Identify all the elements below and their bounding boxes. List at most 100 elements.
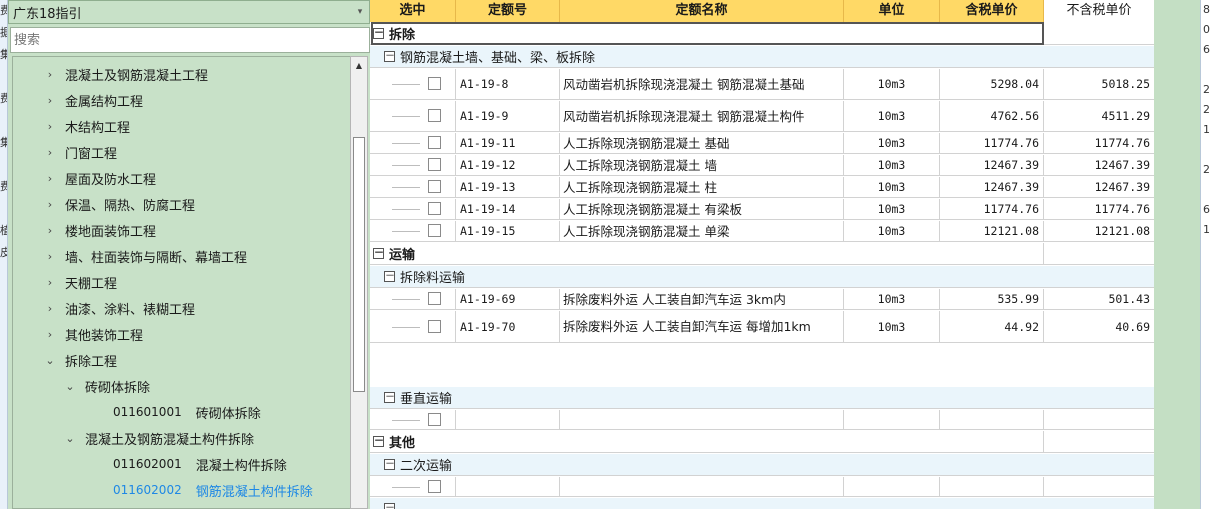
table-row[interactable]: A1-19-14 人工拆除现浇钢筋混凝土 有梁板 10m3 11774.76 1… — [370, 199, 1154, 220]
tree-item-expanded[interactable]: ⌄ 拆除工程 — [43, 347, 117, 373]
empty-cell — [1044, 431, 1154, 452]
tree-item-expanded[interactable]: ⌄ 混凝土及钢筋混凝土构件拆除 — [63, 425, 254, 451]
scroll-up-arrow-icon[interactable]: ▲ — [352, 58, 366, 74]
tree-line — [392, 299, 420, 300]
tree-item[interactable]: › 门窗工程 — [43, 139, 117, 165]
chevron-right-icon[interactable]: › — [43, 198, 57, 211]
column-header-notax-price[interactable]: 不含税单价 — [1044, 0, 1154, 22]
tree-item[interactable]: › 其他装饰工程 — [43, 321, 143, 347]
row-checkbox[interactable] — [428, 180, 441, 193]
row-checkbox[interactable] — [428, 202, 441, 215]
row-checkbox[interactable] — [428, 158, 441, 171]
collapse-icon[interactable]: － — [384, 392, 395, 403]
tree-item-label: 拆除工程 — [65, 354, 118, 370]
empty-cell — [844, 477, 940, 496]
chevron-right-icon[interactable]: › — [43, 146, 57, 159]
collapse-icon[interactable]: － — [384, 271, 395, 282]
quota-code: A1-19-13 — [456, 177, 560, 197]
tree-item[interactable]: › 木结构工程 — [43, 113, 130, 139]
quota-unit: 10m3 — [844, 221, 940, 241]
tree-leaf-item[interactable]: 011601001 砖砌体拆除 — [113, 399, 261, 425]
subgroup-row[interactable]: － 二次运输 — [370, 454, 1154, 476]
collapse-icon[interactable]: － — [384, 459, 395, 470]
column-header-code[interactable]: 定额号 — [456, 0, 560, 22]
table-row[interactable]: A1-19-70 拆除废料外运 人工装自卸汽车运 每增加1km 10m3 44.… — [370, 311, 1154, 343]
chevron-down-icon[interactable]: ▾ — [351, 1, 369, 23]
row-checkbox[interactable] — [428, 319, 441, 333]
chevron-right-icon[interactable]: › — [43, 250, 57, 263]
scrollbar-thumb[interactable] — [353, 137, 365, 392]
row-checkbox[interactable] — [428, 412, 441, 426]
table-row[interactable]: A1-19-9 风动凿岩机拆除现浇混凝土 钢筋混凝土构件 10m3 4762.5… — [370, 101, 1154, 132]
table-row[interactable]: A1-19-12 人工拆除现浇钢筋混凝土 墙 10m3 12467.39 124… — [370, 155, 1154, 176]
subgroup-row[interactable]: － 拆除料运输 — [370, 266, 1154, 288]
row-checkbox[interactable] — [428, 292, 441, 305]
group-row[interactable]: － 其他 — [370, 431, 1154, 453]
tree-scrollbar[interactable]: ▲ — [350, 56, 368, 509]
column-header-select[interactable]: 选中 — [370, 0, 456, 22]
group-row[interactable]: － 拆除 — [370, 23, 1154, 45]
tree-item[interactable]: › 油漆、涂料、裱糊工程 — [43, 295, 195, 321]
edge-char — [1201, 140, 1212, 160]
table-row[interactable]: A1-19-13 人工拆除现浇钢筋混凝土 柱 10m3 12467.39 124… — [370, 177, 1154, 198]
collapse-icon[interactable]: － — [384, 51, 395, 62]
notax-price: 11774.76 — [1094, 202, 1150, 216]
tree-leaf-item-selected[interactable]: 011602002 钢筋混凝土构件拆除 — [113, 477, 313, 503]
row-checkbox[interactable] — [428, 136, 441, 149]
subgroup-label: 二次运输 — [400, 459, 453, 474]
tree-item[interactable]: › 墙、柱面装饰与隔断、幕墙工程 — [43, 243, 247, 269]
empty-cell — [940, 410, 1044, 429]
subgroup-title: － 钢筋混凝土墙、基础、梁、板拆除 — [370, 46, 1044, 67]
group-row[interactable]: － 运输 — [370, 243, 1154, 265]
edge-char: 6 — [1203, 203, 1210, 216]
chevron-right-icon[interactable]: › — [43, 224, 57, 237]
tree-leaf-item[interactable]: 011602001 混凝土构件拆除 — [113, 451, 287, 477]
subgroup-row[interactable]: － 钢筋混凝土墙、基础、梁、板拆除 — [370, 46, 1154, 68]
row-checkbox[interactable] — [428, 109, 441, 122]
row-checkbox[interactable] — [428, 479, 441, 493]
table-row[interactable]: A1-19-69 拆除废料外运 人工装自卸汽车运 3km内 10m3 535.9… — [370, 289, 1154, 310]
row-checkbox[interactable] — [428, 224, 441, 237]
table-row-empty[interactable] — [370, 410, 1154, 430]
tree-item[interactable]: › 保温、隔热、防腐工程 — [43, 191, 195, 217]
chevron-down-icon[interactable]: ⌄ — [43, 354, 57, 367]
tree-item-expanded[interactable]: ⌄ 砖砌体拆除 — [63, 373, 150, 399]
subgroup-row[interactable]: － 垂直运输 — [370, 387, 1154, 409]
table-row[interactable]: A1-19-15 人工拆除现浇钢筋混凝土 单梁 10m3 12121.08 12… — [370, 221, 1154, 242]
column-header-name[interactable]: 定额名称 — [560, 0, 844, 22]
collapse-icon[interactable]: － — [384, 503, 395, 509]
table-row[interactable]: A1-19-11 人工拆除现浇钢筋混凝土 基础 10m3 11774.76 11… — [370, 133, 1154, 154]
collapse-icon[interactable]: － — [373, 436, 384, 447]
collapse-icon[interactable]: － — [373, 28, 384, 39]
chevron-right-icon[interactable]: › — [43, 302, 57, 315]
column-header-tax-price[interactable]: 含税单价 — [940, 0, 1044, 22]
chevron-right-icon[interactable]: › — [43, 328, 57, 341]
subgroup-row-partial[interactable]: － — [370, 498, 1154, 509]
table-row-empty[interactable] — [370, 477, 1154, 497]
chevron-right-icon[interactable]: › — [43, 120, 57, 133]
notax-price: 40.69 — [1115, 319, 1150, 334]
collapse-icon[interactable]: － — [373, 248, 384, 259]
edge-char — [0, 198, 7, 220]
column-header-unit[interactable]: 单位 — [844, 0, 940, 22]
library-dropdown[interactable]: 广东18指引 ▾ — [8, 0, 370, 24]
chevron-right-icon[interactable]: › — [43, 94, 57, 107]
tree-item[interactable]: › 混凝土及钢筋混凝土工程 — [43, 61, 208, 87]
chevron-right-icon[interactable]: › — [43, 68, 57, 81]
row-checkbox[interactable] — [428, 77, 441, 90]
chevron-right-icon[interactable]: › — [43, 276, 57, 289]
tree-item[interactable]: › 金属结构工程 — [43, 87, 143, 113]
quota-code: A1-19-12 — [456, 155, 560, 175]
chevron-right-icon[interactable]: › — [43, 172, 57, 185]
tree-item[interactable]: › 楼地面装饰工程 — [43, 217, 156, 243]
chevron-down-icon[interactable]: ⌄ — [63, 432, 77, 445]
tree-item[interactable]: › 天棚工程 — [43, 269, 117, 295]
tree-leaf-code: 011602002 — [113, 483, 182, 497]
edge-char: 2 — [1203, 163, 1210, 176]
tree-item[interactable]: › 屋面及防水工程 — [43, 165, 156, 191]
search-input[interactable] — [10, 27, 370, 53]
chevron-down-icon[interactable]: ⌄ — [63, 380, 77, 393]
table-row[interactable]: A1-19-8 风动凿岩机拆除现浇混凝土 钢筋混凝土基础 10m3 5298.0… — [370, 69, 1154, 100]
subgroup-label: 钢筋混凝土墙、基础、梁、板拆除 — [400, 51, 596, 66]
edge-char: 1 — [1203, 223, 1210, 236]
